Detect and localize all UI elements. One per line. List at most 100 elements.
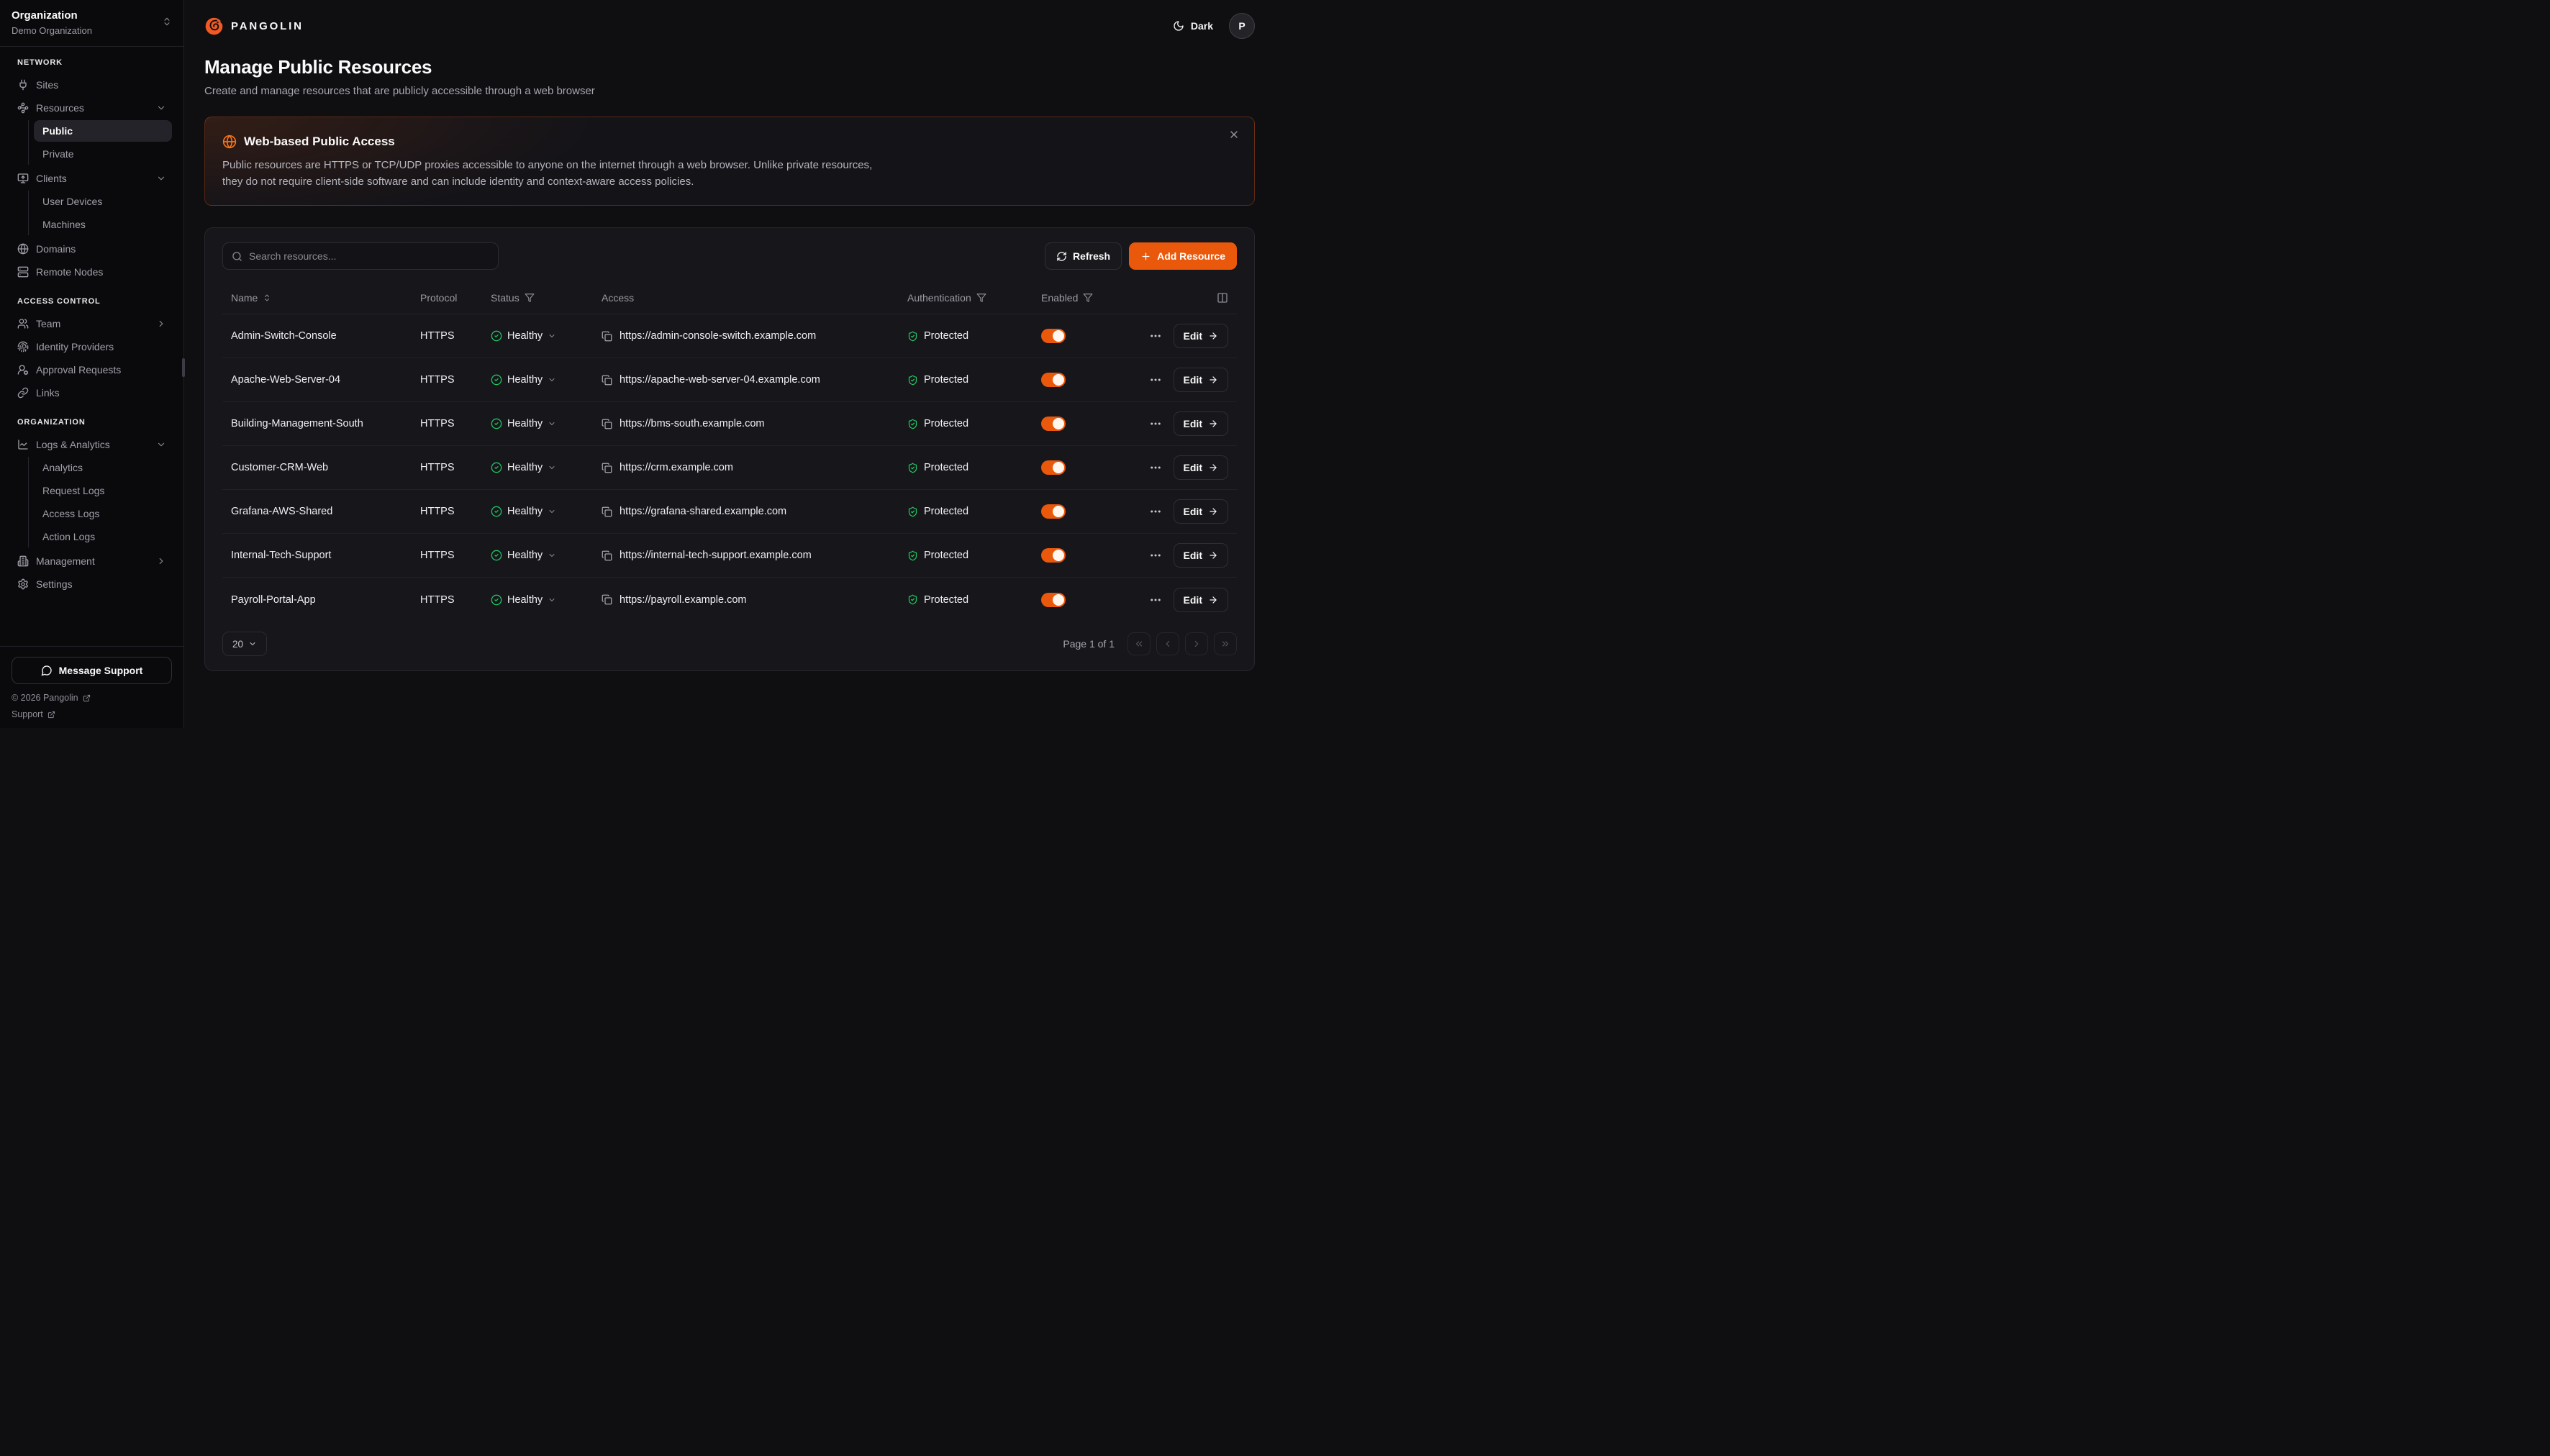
status-dropdown[interactable]: Healthy xyxy=(491,594,602,606)
last-page-button[interactable] xyxy=(1214,632,1237,655)
refresh-button[interactable]: Refresh xyxy=(1045,242,1122,270)
status-dropdown[interactable]: Healthy xyxy=(491,374,602,386)
resource-protocol: HTTPS xyxy=(420,374,491,386)
sidebar-item-machines[interactable]: Machines xyxy=(34,214,172,235)
sidebar-item-links[interactable]: Links xyxy=(12,382,172,404)
column-header-authentication[interactable]: Authentication xyxy=(907,292,1041,304)
sidebar-item-access-logs[interactable]: Access Logs xyxy=(34,503,172,524)
edit-button[interactable]: Edit xyxy=(1174,368,1228,392)
copy-url-button[interactable] xyxy=(602,419,612,429)
chevron-down-icon xyxy=(548,419,556,428)
message-support-button[interactable]: Message Support xyxy=(12,657,172,684)
status-dropdown[interactable]: Healthy xyxy=(491,506,602,517)
chevron-down-icon xyxy=(548,551,556,560)
column-settings[interactable] xyxy=(1161,292,1228,304)
add-resource-button[interactable]: Add Resource xyxy=(1129,242,1237,270)
logs-subgroup: Analytics Request Logs Access Logs Actio… xyxy=(28,457,172,547)
theme-toggle[interactable]: Dark xyxy=(1173,20,1213,32)
sidebar-item-request-logs[interactable]: Request Logs xyxy=(34,480,172,501)
row-menu-button[interactable] xyxy=(1149,593,1162,606)
resource-name: Customer-CRM-Web xyxy=(231,462,420,473)
enabled-toggle[interactable] xyxy=(1041,460,1066,475)
avatar[interactable]: P xyxy=(1229,13,1255,39)
sidebar: Organization Demo Organization NETWORK S… xyxy=(0,0,184,728)
column-header-protocol[interactable]: Protocol xyxy=(420,292,491,304)
copy-url-button[interactable] xyxy=(602,331,612,342)
edit-button[interactable]: Edit xyxy=(1174,455,1228,480)
resource-url[interactable]: https://apache-web-server-04.example.com xyxy=(620,374,820,386)
support-link[interactable]: Support xyxy=(12,709,172,719)
row-menu-button[interactable] xyxy=(1149,461,1162,474)
sidebar-item-sites[interactable]: Sites xyxy=(12,74,172,96)
enabled-toggle[interactable] xyxy=(1041,417,1066,431)
org-switcher[interactable]: Organization Demo Organization xyxy=(0,0,183,47)
copy-url-button[interactable] xyxy=(602,463,612,473)
previous-page-button[interactable] xyxy=(1156,632,1179,655)
resource-url[interactable]: https://admin-console-switch.example.com xyxy=(620,330,816,342)
brand-logo[interactable]: PANGOLIN xyxy=(204,17,304,36)
enabled-toggle[interactable] xyxy=(1041,329,1066,343)
edit-button[interactable]: Edit xyxy=(1174,543,1228,568)
enabled-toggle[interactable] xyxy=(1041,373,1066,387)
shield-check-icon xyxy=(907,463,918,473)
column-header-status[interactable]: Status xyxy=(491,292,602,304)
enabled-toggle[interactable] xyxy=(1041,593,1066,607)
copy-url-button[interactable] xyxy=(602,506,612,517)
sidebar-item-team[interactable]: Team xyxy=(12,313,172,335)
sidebar-item-logs-analytics[interactable]: Logs & Analytics xyxy=(12,434,172,455)
status-dropdown[interactable]: Healthy xyxy=(491,418,602,429)
edit-button[interactable]: Edit xyxy=(1174,411,1228,436)
edit-button[interactable]: Edit xyxy=(1174,324,1228,348)
sidebar-item-settings[interactable]: Settings xyxy=(12,573,172,595)
sidebar-item-clients[interactable]: Clients xyxy=(12,168,172,189)
column-header-access[interactable]: Access xyxy=(602,292,907,304)
resource-url[interactable]: https://bms-south.example.com xyxy=(620,418,764,429)
sidebar-item-public[interactable]: Public xyxy=(34,120,172,142)
access-cell: https://crm.example.com xyxy=(602,462,907,473)
authentication-cell: Protected xyxy=(907,330,1041,342)
row-menu-button[interactable] xyxy=(1149,373,1162,386)
column-header-name[interactable]: Name xyxy=(231,292,420,304)
row-menu-button[interactable] xyxy=(1149,505,1162,518)
edit-button[interactable]: Edit xyxy=(1174,588,1228,612)
column-header-enabled[interactable]: Enabled xyxy=(1041,292,1161,304)
copy-url-button[interactable] xyxy=(602,550,612,561)
sidebar-item-private[interactable]: Private xyxy=(34,143,172,165)
sidebar-item-action-logs[interactable]: Action Logs xyxy=(34,526,172,547)
first-page-button[interactable] xyxy=(1127,632,1151,655)
row-menu-button[interactable] xyxy=(1149,417,1162,430)
sidebar-item-analytics[interactable]: Analytics xyxy=(34,457,172,478)
next-page-button[interactable] xyxy=(1185,632,1208,655)
resource-url[interactable]: https://grafana-shared.example.com xyxy=(620,506,786,517)
enabled-toggle[interactable] xyxy=(1041,548,1066,563)
sidebar-item-management[interactable]: Management xyxy=(12,550,172,572)
sidebar-item-identity-providers[interactable]: Identity Providers xyxy=(12,336,172,358)
page-size-select[interactable]: 20 xyxy=(222,632,267,656)
enabled-cell xyxy=(1041,548,1161,563)
copy-url-button[interactable] xyxy=(602,594,612,605)
copy-url-button[interactable] xyxy=(602,375,612,386)
table-row: Apache-Web-Server-04 HTTPS Healthy https… xyxy=(222,358,1237,402)
row-menu-button[interactable] xyxy=(1149,549,1162,562)
resource-name: Internal-Tech-Support xyxy=(231,550,420,561)
status-dropdown[interactable]: Healthy xyxy=(491,330,602,342)
sidebar-item-label: Approval Requests xyxy=(36,364,121,376)
close-icon[interactable] xyxy=(1228,129,1240,140)
sidebar-item-domains[interactable]: Domains xyxy=(12,238,172,260)
sidebar-item-remote-nodes[interactable]: Remote Nodes xyxy=(12,261,172,283)
search-input[interactable] xyxy=(249,250,489,262)
copyright-link[interactable]: © 2026 Pangolin xyxy=(12,693,172,703)
sidebar-item-approval-requests[interactable]: Approval Requests xyxy=(12,359,172,381)
section-label-access-control: ACCESS CONTROL xyxy=(12,297,172,306)
resource-url[interactable]: https://internal-tech-support.example.co… xyxy=(620,550,812,561)
resource-url[interactable]: https://crm.example.com xyxy=(620,462,733,473)
sidebar-item-resources[interactable]: Resources xyxy=(12,97,172,119)
status-dropdown[interactable]: Healthy xyxy=(491,462,602,473)
enabled-toggle[interactable] xyxy=(1041,504,1066,519)
row-menu-button[interactable] xyxy=(1149,329,1162,342)
status-dropdown[interactable]: Healthy xyxy=(491,550,602,561)
resource-url[interactable]: https://payroll.example.com xyxy=(620,594,747,606)
sidebar-item-user-devices[interactable]: User Devices xyxy=(34,191,172,212)
table-row: Building-Management-South HTTPS Healthy … xyxy=(222,402,1237,446)
edit-button[interactable]: Edit xyxy=(1174,499,1228,524)
